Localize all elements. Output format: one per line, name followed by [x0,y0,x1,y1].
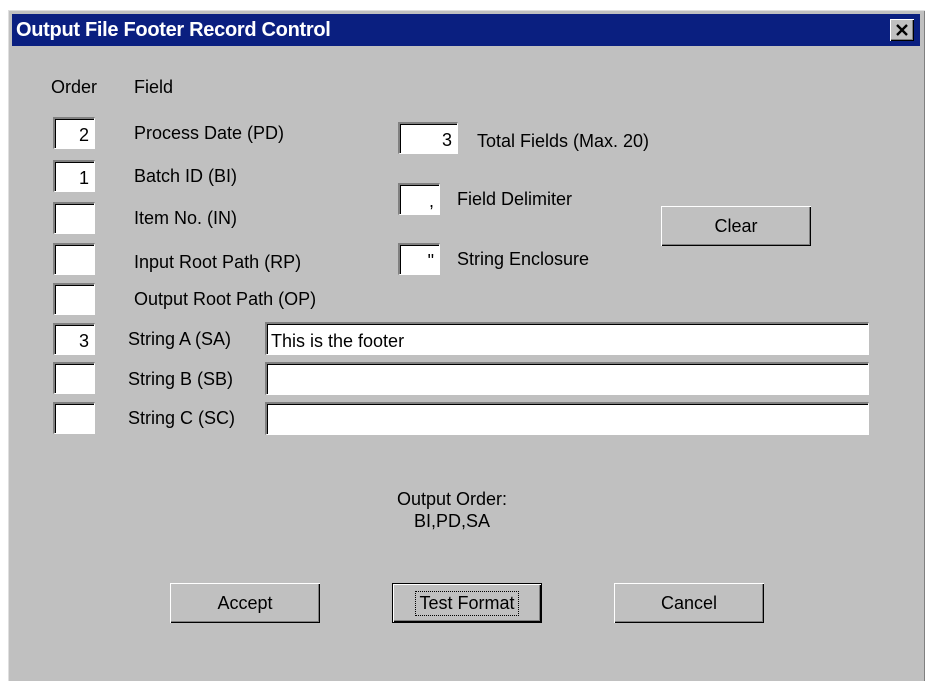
window-title: Output File Footer Record Control [16,19,331,41]
accept-button-label: Accept [217,592,273,613]
field-delimiter-label: Field Delimiter [457,189,573,209]
output-order-label: Output Order: [396,489,508,509]
output-root-path-order-input[interactable] [53,283,95,315]
string-enclosure-input[interactable] [398,243,440,275]
total-fields-label: Total Fields (Max. 20) [477,131,650,151]
clear-button[interactable]: Clear [661,206,811,246]
close-button[interactable] [890,19,914,41]
input-root-path-label: Input Root Path (RP) [134,252,302,272]
item-no-label: Item No. (IN) [134,208,238,228]
string-a-input[interactable] [265,322,869,355]
clear-button-label: Clear [714,215,758,236]
string-b-label: String B (SB) [128,369,234,389]
string-b-order-input[interactable] [53,362,95,394]
title-bar[interactable]: Output File Footer Record Control [12,14,920,46]
test-format-button[interactable]: Test Format [392,583,542,623]
string-c-input[interactable] [265,402,869,435]
close-icon [896,23,908,36]
field-delimiter-input[interactable] [398,183,440,215]
order-column-header: Order [51,77,98,97]
test-format-button-label: Test Format [415,590,519,616]
accept-button[interactable]: Accept [170,583,320,623]
string-enclosure-label: String Enclosure [457,249,590,269]
process-date-order-input[interactable] [53,117,95,149]
string-a-order-input[interactable] [53,323,95,355]
item-no-order-input[interactable] [53,202,95,234]
total-fields-input[interactable] [398,122,458,154]
output-order-value: BI,PD,SA [413,511,491,531]
batch-id-label: Batch ID (BI) [134,166,238,186]
string-c-order-input[interactable] [53,402,95,434]
process-date-label: Process Date (PD) [134,123,285,143]
string-c-label: String C (SC) [128,408,236,428]
string-b-input[interactable] [265,362,869,395]
field-column-header: Field [134,77,174,97]
batch-id-order-input[interactable] [53,160,95,192]
cancel-button[interactable]: Cancel [614,583,764,623]
cancel-button-label: Cancel [660,592,718,613]
output-root-path-label: Output Root Path (OP) [134,289,317,309]
string-a-label: String A (SA) [128,329,232,349]
input-root-path-order-input[interactable] [53,243,95,275]
